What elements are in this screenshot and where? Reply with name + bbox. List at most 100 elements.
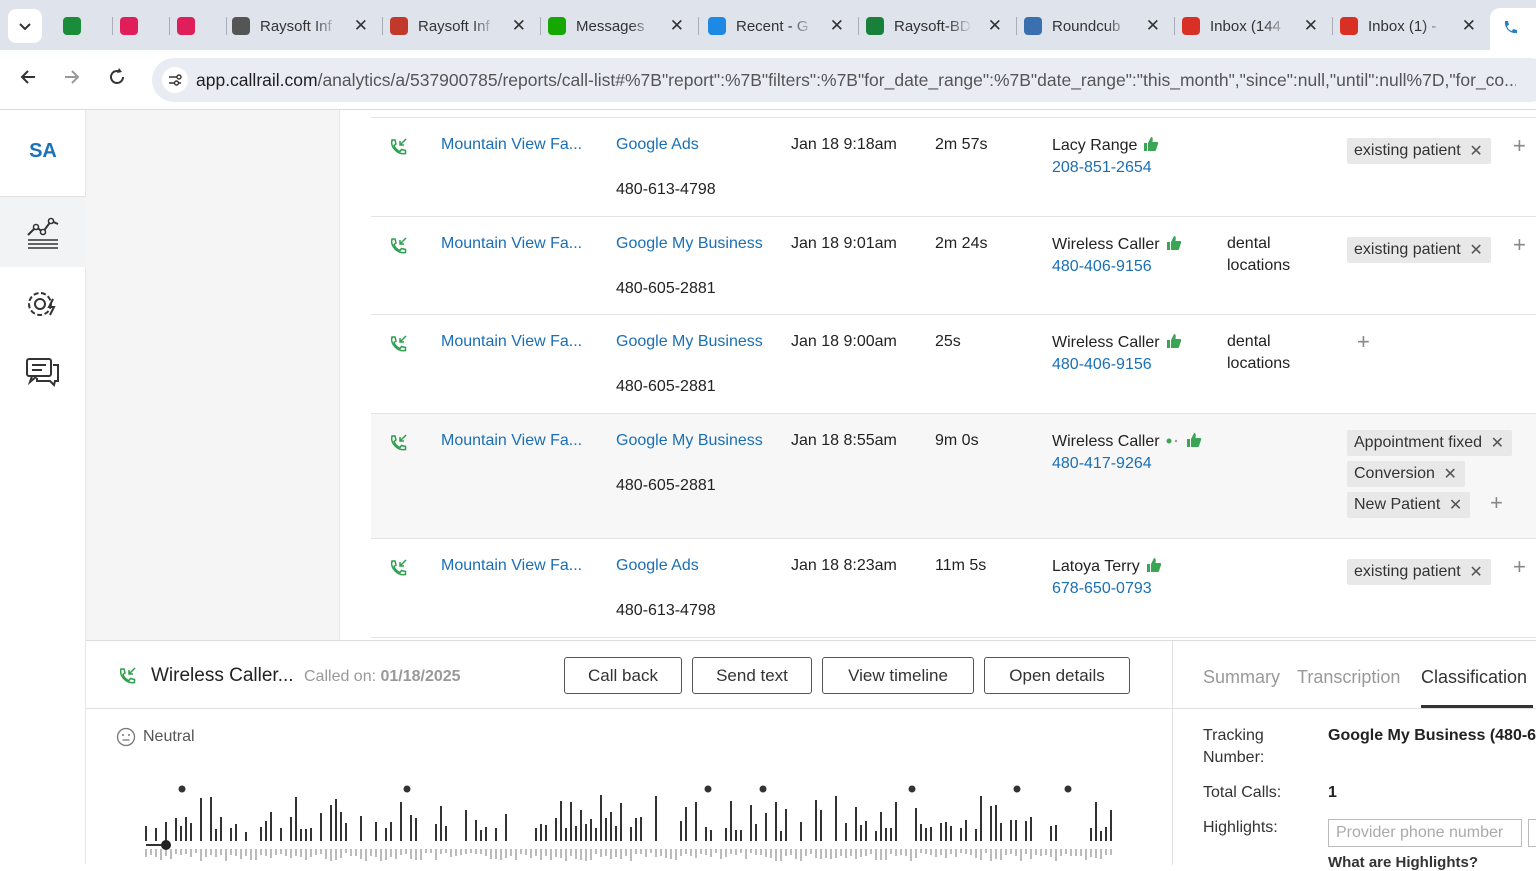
tab-separator (112, 17, 113, 35)
add-tag-button[interactable]: + (1513, 133, 1526, 159)
company-link[interactable]: Mountain View Fa... (441, 235, 582, 253)
url-text[interactable]: app.callrail.com/analytics/a/537900785/r… (196, 70, 1516, 91)
forward-button[interactable] (59, 67, 85, 93)
company-link[interactable]: Mountain View Fa... (441, 432, 582, 450)
remove-tag-icon[interactable]: ✕ (1491, 433, 1504, 453)
send-text-button[interactable]: Send text (692, 657, 812, 694)
waveform-marker[interactable] (403, 785, 411, 793)
remove-tag-icon[interactable]: ✕ (1444, 464, 1457, 484)
call-duration: 9m 0s (935, 432, 979, 449)
browser-tab[interactable] (120, 10, 160, 42)
browser-tab[interactable]: Raysoft-BD ✕ (866, 10, 1002, 42)
source-link[interactable]: Google Ads (616, 136, 699, 154)
browser-tab[interactable]: Inbox (144 ✕ (1182, 10, 1318, 42)
back-button[interactable] (15, 67, 41, 93)
table-row-partial (371, 110, 1536, 118)
gear-icon (28, 292, 56, 316)
waveform-marker[interactable] (1064, 785, 1072, 793)
active-tab[interactable] (1490, 8, 1536, 50)
playhead-handle[interactable] (161, 840, 171, 850)
waveform-marker[interactable] (759, 785, 767, 793)
caller-phone-link[interactable]: 678-650-0793 (1052, 580, 1152, 598)
add-tag-button[interactable]: + (1513, 232, 1526, 258)
neutral-face-icon (116, 727, 136, 747)
browser-tab[interactable]: Raysoft Inf ✕ (390, 10, 526, 42)
browser-tab[interactable]: Roundcub ✕ (1024, 10, 1160, 42)
tab-classification[interactable]: Classification (1421, 667, 1527, 688)
waveform-marker[interactable] (178, 785, 186, 793)
browser-tab[interactable]: Messages ✕ (548, 10, 684, 42)
thumbs-up-icon[interactable] (1166, 333, 1182, 349)
close-tab-icon[interactable]: ✕ (354, 16, 368, 36)
highlight-chip-next[interactable] (1528, 819, 1536, 847)
remove-tag-icon[interactable]: ✕ (1449, 495, 1462, 515)
tag-label: Conversion (1354, 465, 1435, 482)
caller-phone-link[interactable]: 480-417-9264 (1052, 455, 1152, 473)
source-link[interactable]: Google My Business (616, 235, 763, 253)
arrow-right-icon (65, 70, 80, 84)
highlight-chip-provider-phone[interactable]: Provider phone number (1328, 819, 1522, 847)
remove-tag-icon[interactable]: ✕ (1469, 240, 1482, 260)
thumbs-up-icon[interactable] (1143, 136, 1159, 152)
close-tab-icon[interactable]: ✕ (830, 16, 844, 36)
call-back-button[interactable]: Call back (564, 657, 682, 694)
tab-summary[interactable]: Summary (1203, 667, 1280, 688)
close-tab-icon[interactable]: ✕ (512, 16, 526, 36)
company-link[interactable]: Mountain View Fa... (441, 136, 582, 154)
table-row[interactable]: Mountain View Fa... Google My Business 480… (371, 414, 1536, 539)
thumbs-up-icon[interactable] (1186, 432, 1202, 448)
waveform-marker[interactable] (704, 785, 712, 793)
browser-tab[interactable] (177, 10, 217, 42)
remove-tag-icon[interactable]: ✕ (1469, 141, 1482, 161)
add-tag-button[interactable]: + (1490, 490, 1503, 516)
close-tab-icon[interactable]: ✕ (1304, 16, 1318, 36)
close-tab-icon[interactable]: ✕ (988, 16, 1002, 36)
what-are-highlights-link[interactable]: What are Highlights? (1328, 854, 1478, 871)
add-tag-button[interactable]: + (1513, 554, 1526, 580)
browser-tab[interactable] (63, 10, 103, 42)
source-link[interactable]: Google Ads (616, 557, 699, 575)
waveform-marker[interactable] (1013, 785, 1021, 793)
conversations-nav[interactable] (0, 356, 86, 388)
site-info-icon[interactable] (162, 67, 188, 93)
caller-phone-link[interactable]: 480-406-9156 (1052, 356, 1152, 374)
analytics-nav[interactable] (0, 197, 86, 267)
account-initials[interactable]: SA (0, 140, 86, 163)
called-on-label: Called on: (304, 668, 377, 685)
keyword: locations (1227, 355, 1291, 372)
source-link[interactable]: Google My Business (616, 333, 763, 351)
remove-tag-icon[interactable]: ✕ (1469, 562, 1482, 582)
tab-search-button[interactable] (8, 9, 42, 43)
open-details-button[interactable]: Open details (984, 657, 1130, 694)
reload-button[interactable] (104, 67, 130, 93)
table-row[interactable]: Mountain View Fa... Google My Business 480… (371, 315, 1536, 414)
close-tab-icon[interactable]: ✕ (1146, 16, 1160, 36)
close-tab-icon[interactable]: ✕ (670, 16, 684, 36)
waveform-marker[interactable] (908, 785, 916, 793)
table-row[interactable]: Mountain View Fa... Google Ads 480-613-479… (371, 539, 1536, 638)
thumbs-up-icon[interactable] (1146, 557, 1162, 573)
close-tab-icon[interactable]: ✕ (1462, 16, 1476, 36)
browser-tab[interactable]: Recent - G ✕ (708, 10, 844, 42)
tab-title: Recent - G (736, 17, 809, 35)
table-row[interactable]: Mountain View Fa... Google Ads 480-613-479… (371, 118, 1536, 217)
tab-transcription[interactable]: Transcription (1297, 667, 1400, 688)
caller-name-text: Wireless Caller (1052, 334, 1160, 351)
browser-tab[interactable]: Raysoft Inf ✕ (232, 10, 368, 42)
view-timeline-button[interactable]: View timeline (822, 657, 974, 694)
caller-phone-link[interactable]: 480-406-9156 (1052, 258, 1152, 276)
company-link[interactable]: Mountain View Fa... (441, 333, 582, 351)
add-tag-button[interactable]: + (1357, 329, 1370, 355)
address-bar[interactable]: app.callrail.com/analytics/a/537900785/r… (152, 58, 1536, 102)
caller-name-text: Lacy Range (1052, 137, 1138, 154)
company-link[interactable]: Mountain View Fa... (441, 557, 582, 575)
call-audio-waveform[interactable] (142, 783, 1122, 863)
caller-phone-link[interactable]: 208-851-2654 (1052, 159, 1152, 177)
analytics-icon (27, 217, 59, 249)
table-row[interactable]: Mountain View Fa... Google My Business 480… (371, 217, 1536, 315)
settings-nav[interactable] (0, 287, 86, 321)
caller-name: Wireless Caller (1052, 432, 1202, 451)
thumbs-up-icon[interactable] (1166, 235, 1182, 251)
browser-tab[interactable]: Inbox (1) - ✕ (1340, 10, 1476, 42)
source-link[interactable]: Google My Business (616, 432, 763, 450)
